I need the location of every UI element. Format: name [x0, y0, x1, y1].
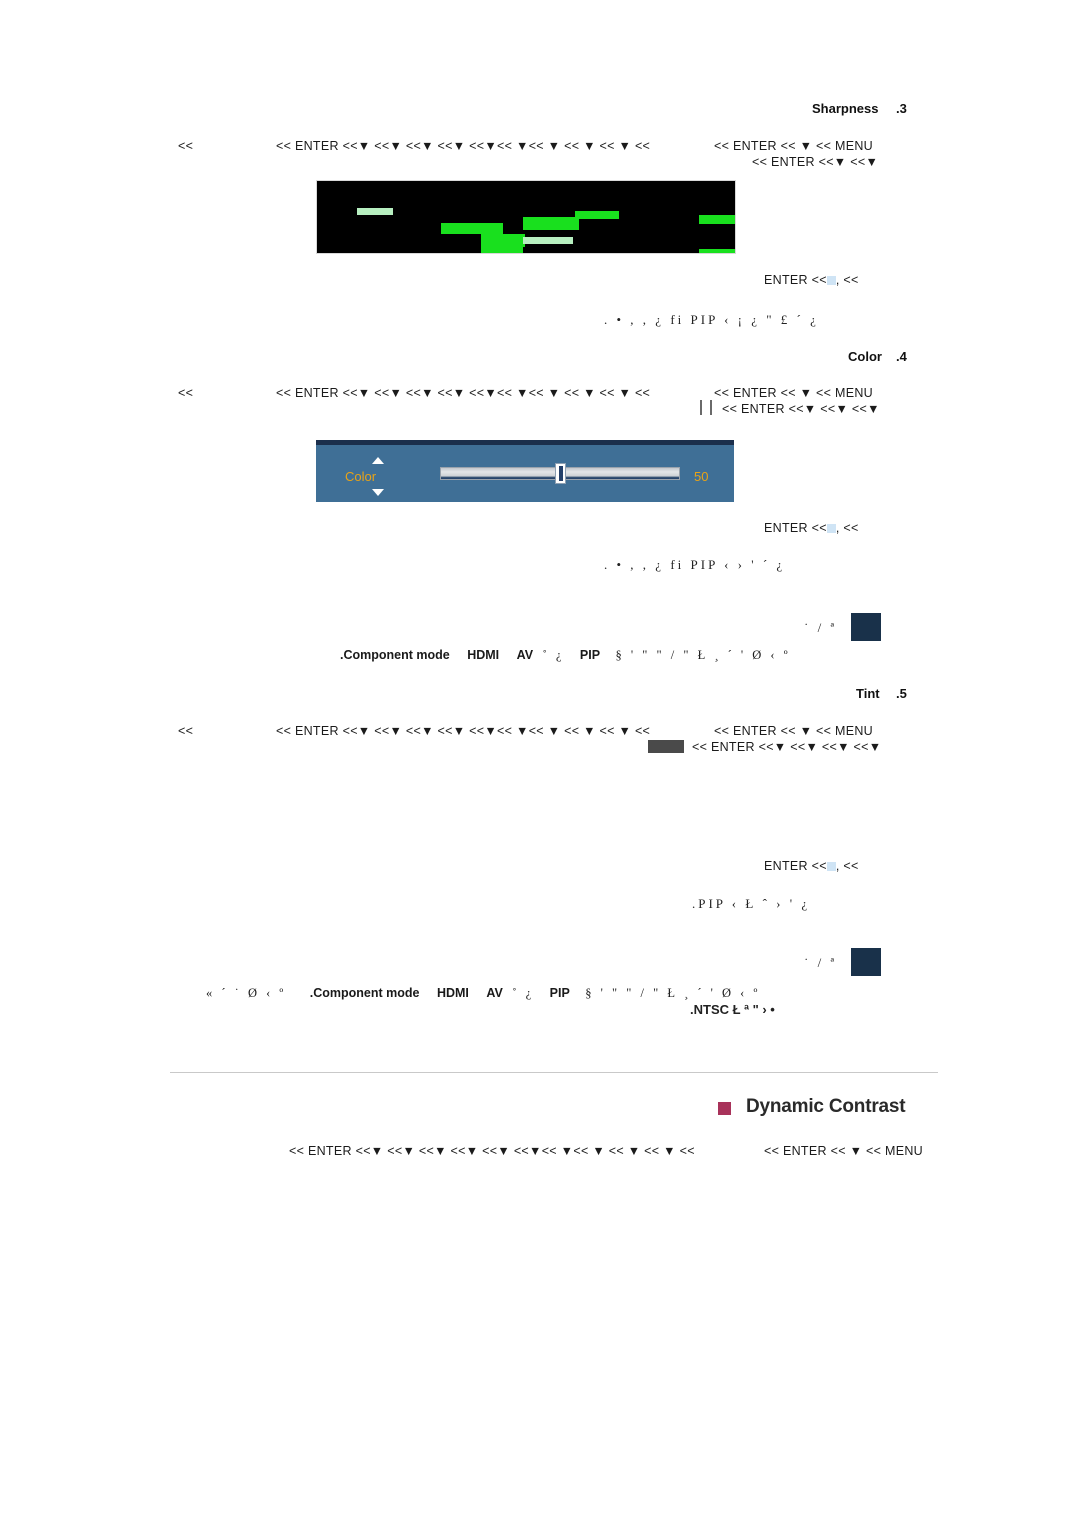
- osd-color-panel: Color 50: [316, 440, 734, 502]
- corrupt-block: [523, 237, 573, 244]
- corrupt-block: [357, 208, 393, 215]
- navy-square-icon-color: [851, 613, 881, 641]
- mode-note-prefix-color: .Component mode: [340, 648, 450, 662]
- corrupt-block: [699, 215, 735, 224]
- section-number-color: .4: [896, 349, 907, 364]
- corrupt-block: [575, 211, 619, 219]
- osd-down-arrow-icon[interactable]: [372, 489, 384, 496]
- heading-bullet-icon: [718, 1102, 731, 1115]
- glyph-note-tint: .PIP ‹ Ł ˆ › ' ¿: [692, 896, 811, 911]
- gray-square-icon-tint: [648, 740, 684, 753]
- nav-right-tint-1: << ENTER << ▼ << MENU: [714, 724, 874, 738]
- osd-color-label: Color: [345, 469, 377, 484]
- mode-note-ntsc-tint: .NTSC Ł ª " › •: [690, 1002, 775, 1018]
- enter-note-color: ENTER << , <<: [764, 521, 859, 535]
- mode-note-pip-color: PIP: [579, 648, 601, 662]
- enter-note-sharpness: ENTER << , <<: [764, 273, 859, 287]
- section-divider: [170, 1072, 938, 1073]
- enter-note-tail-tint: , <<: [835, 859, 859, 873]
- divider-bar-right-color: [710, 400, 712, 415]
- corrupt-block: [523, 217, 579, 230]
- mode-note-pip-tint: PIP: [549, 986, 570, 1000]
- mode-note-tint: « ´ ˙ Ø ‹ º .Component mode HDMI AV ˚ ¿ …: [206, 986, 760, 1001]
- osd-up-arrow-icon[interactable]: [372, 457, 384, 464]
- mode-note-hdmi-tint: HDMI: [436, 986, 469, 1000]
- osd-color-slider-thumb[interactable]: [554, 463, 566, 484]
- section-title-color: Color: [848, 349, 882, 364]
- nav-left-color: <<: [178, 386, 194, 400]
- mode-note-symbols-color: ˚ ¿: [542, 648, 565, 662]
- glyph-note-color: . • , , ¿ fi PIP ‹ › ' ´ ¿: [604, 557, 786, 572]
- enter-note-tail-sharpness: , <<: [835, 273, 859, 287]
- osd-color-value: 50: [694, 469, 709, 484]
- manual-page: Sharpness .3 << << ENTER <<▼ <<▼ <<▼ <<▼…: [0, 0, 1080, 1527]
- enter-note-text-color: ENTER <<: [764, 521, 827, 535]
- corrupted-osd-image-sharpness: [316, 180, 736, 254]
- nav-main-sharpness: << ENTER <<▼ <<▼ <<▼ <<▼ <<▼<< ▼<< ▼ << …: [276, 139, 651, 153]
- enter-note-text-tint: ENTER <<: [764, 859, 827, 873]
- mode-note-av-color: AV: [516, 648, 534, 662]
- mode-note-tail-color: § ' " " / " Ł ¸ ´ ' Ø ‹ º: [615, 648, 791, 662]
- mode-note-prefix-tint: .Component mode: [309, 986, 420, 1000]
- mode-note-tail-tint: § ' " " / " Ł ¸ ´ ' Ø ‹ º: [585, 986, 761, 1000]
- navy-square-icon-tint: [851, 948, 881, 976]
- enter-note-tail-color: , <<: [835, 521, 859, 535]
- section-title-sharpness: Sharpness: [812, 101, 879, 116]
- mode-note-top-glyphs-tint: ˙ / ª: [804, 955, 838, 970]
- nav-right-color-2: << ENTER <<▼ <<▼ <<▼: [722, 402, 880, 416]
- glyph-note-sharpness: . • , , ¿ fi PIP ‹ ¡ ¿ " £ ´ ¿: [604, 312, 819, 327]
- mode-note-top-glyphs-color: ˙ / ª: [804, 620, 838, 635]
- section-title-tint: Tint: [856, 686, 880, 701]
- corrupt-block: [481, 234, 525, 247]
- heading-dynamic-contrast: Dynamic Contrast: [746, 1096, 906, 1117]
- section-number-sharpness: .3: [896, 101, 907, 116]
- corrupt-block: [481, 247, 523, 253]
- nav-main-tint: << ENTER <<▼ <<▼ <<▼ <<▼ <<▼<< ▼<< ▼ << …: [276, 724, 651, 738]
- nav-main-color: << ENTER <<▼ <<▼ <<▼ <<▼ <<▼<< ▼<< ▼ << …: [276, 386, 651, 400]
- blue-square-icon-color: [826, 524, 836, 533]
- mode-note-lead-tint: « ´ ˙ Ø ‹ º: [206, 986, 287, 1000]
- mode-note-symbols-tint: ˚ ¿: [512, 986, 535, 1000]
- nav-right-tint-2: << ENTER <<▼ <<▼ <<▼ <<▼: [692, 740, 882, 754]
- enter-note-text-sharpness: ENTER <<: [764, 273, 827, 287]
- nav-main-dynamic-contrast: << ENTER <<▼ <<▼ <<▼ <<▼ <<▼ <<▼<< ▼<< ▼…: [289, 1144, 695, 1158]
- nav-right-color-1: << ENTER << ▼ << MENU: [714, 386, 874, 400]
- corrupt-block: [699, 249, 735, 253]
- enter-note-tint: ENTER << , <<: [764, 859, 859, 873]
- nav-left-tint: <<: [178, 724, 194, 738]
- nav-left-sharpness: <<: [178, 139, 194, 153]
- divider-bar-left-color: [700, 400, 702, 415]
- nav-right-sharpness-2: << ENTER <<▼ <<▼: [752, 155, 879, 169]
- mode-note-av-tint: AV: [486, 986, 503, 1000]
- mode-note-hdmi-color: HDMI: [467, 648, 500, 662]
- blue-square-icon-tint: [826, 862, 836, 871]
- nav-right-sharpness-1: << ENTER << ▼ << MENU: [714, 139, 874, 153]
- corrupt-block: [441, 223, 503, 234]
- section-number-tint: .5: [896, 686, 907, 701]
- blue-square-icon-sharpness: [826, 276, 836, 285]
- ntsc-label: .NTSC Ł ª " › •: [690, 1002, 775, 1017]
- mode-note-color: .Component mode HDMI AV ˚ ¿ PIP § ' " " …: [340, 648, 791, 663]
- nav-right-dynamic-contrast: << ENTER << ▼ << MENU: [764, 1144, 924, 1158]
